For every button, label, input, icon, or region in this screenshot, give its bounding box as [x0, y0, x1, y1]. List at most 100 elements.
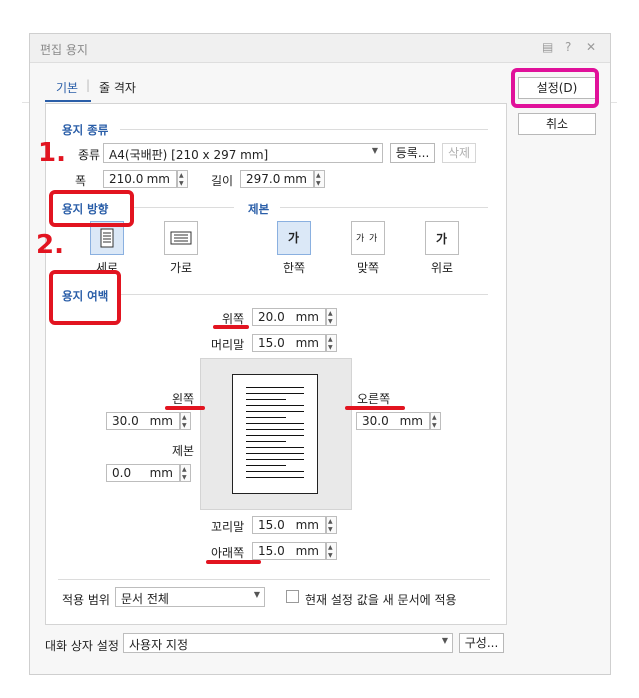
header-margin-field[interactable]: 15.0 mm: [252, 334, 326, 352]
gutter-value: 0.0: [112, 466, 132, 480]
footer-margin-stepper[interactable]: ▲ ▼: [326, 516, 337, 534]
landscape-page-icon: [170, 231, 192, 245]
header-margin-value: 15.0: [258, 336, 285, 350]
tab-basic[interactable]: 기본: [56, 79, 78, 96]
footer-margin-value: 15.0: [258, 518, 285, 532]
underline-right: [345, 406, 405, 410]
binding-single-label: 한쪽: [282, 261, 306, 275]
width-field[interactable]: 210.0 mm: [103, 170, 177, 188]
close-icon[interactable]: ✕: [586, 40, 596, 54]
chevron-down-icon: ▼: [253, 590, 260, 599]
top-margin-field[interactable]: 20.0 mm: [252, 308, 326, 326]
height-value: 297.0: [246, 172, 281, 186]
margin-preview: [200, 358, 352, 510]
height-unit: mm: [283, 172, 307, 186]
dialog-title: 편집 용지: [40, 43, 88, 57]
footer-margin-unit: mm: [295, 518, 319, 532]
width-stepper[interactable]: ▲ ▼: [177, 170, 188, 188]
top-margin-value: 20.0: [258, 310, 285, 324]
header-margin-unit: mm: [295, 336, 319, 350]
landscape-option[interactable]: [164, 221, 198, 255]
paper-kind-select[interactable]: A4(국배판) [210 x 297 mm] ▼: [103, 143, 383, 163]
dialog-settings-select[interactable]: 사용자 지정 ▼: [123, 633, 453, 653]
header-margin-label: 머리말: [211, 338, 245, 352]
right-margin-stepper[interactable]: ▲ ▼: [430, 412, 441, 430]
top-margin-stepper[interactable]: ▲ ▼: [326, 308, 337, 326]
gutter-unit: mm: [149, 466, 173, 480]
binding-top-label: 위로: [430, 261, 454, 275]
divider: [280, 207, 488, 208]
binding-facing-option[interactable]: 가 가: [351, 221, 385, 255]
chevron-down-icon: ▼: [371, 146, 378, 155]
binding-single-option[interactable]: 가: [277, 221, 311, 255]
divider: [120, 129, 488, 130]
scope-label: 적용 범위: [62, 593, 110, 607]
section-paper-type: 용지 종류: [62, 123, 109, 137]
underline-left: [165, 406, 205, 410]
tab-line-grid[interactable]: 줄 격자: [99, 79, 136, 96]
right-margin-label: 오른쪽: [357, 392, 391, 406]
highlight-ok-button: [511, 68, 599, 108]
apply-new-doc-label: 현재 설정 값을 새 문서에 적용: [305, 593, 457, 607]
binding-single-glyph: 가: [288, 231, 300, 245]
bottom-margin-label: 아래쪽: [211, 546, 245, 560]
right-margin-unit: mm: [399, 414, 423, 428]
divider: [130, 207, 234, 208]
divider: [120, 294, 488, 295]
underline-top: [213, 325, 249, 329]
cancel-button[interactable]: 취소: [518, 113, 596, 135]
width-unit: mm: [146, 172, 170, 186]
paper-kind-value: A4(국배판) [210 x 297 mm]: [109, 148, 269, 162]
annotation-step-1: 1.: [38, 138, 66, 168]
scope-select[interactable]: 문서 전체 ▼: [115, 587, 265, 607]
width-label: 폭: [75, 174, 87, 188]
annotation-step-2: 2.: [36, 230, 64, 260]
left-margin-unit: mm: [149, 414, 173, 428]
tab-separator: |: [86, 78, 91, 92]
height-stepper[interactable]: ▲ ▼: [314, 170, 325, 188]
binding-facing-glyph-right: 가: [369, 234, 378, 244]
chevron-down-icon: ▼: [441, 636, 448, 645]
footer-margin-field[interactable]: 15.0 mm: [252, 516, 326, 534]
height-label: 길이: [211, 174, 234, 188]
dialog-settings-value: 사용자 지정: [129, 638, 189, 652]
binding-facing-glyph-left: 가: [356, 234, 365, 244]
highlight-orientation: [49, 190, 134, 227]
bottom-margin-unit: mm: [295, 544, 319, 558]
tab-underline: [45, 100, 91, 102]
bottom-margin-stepper[interactable]: ▲ ▼: [326, 542, 337, 560]
footer-margin-label: 꼬리말: [211, 520, 245, 534]
preview-page: [232, 374, 318, 494]
apply-new-doc-checkbox[interactable]: [286, 590, 299, 603]
delete-button[interactable]: 삭제: [442, 143, 476, 163]
height-field[interactable]: 297.0 mm: [240, 170, 314, 188]
divider: [58, 579, 490, 580]
title-bar: 편집 용지 ▤ ? ✕: [30, 34, 610, 63]
config-button[interactable]: 구성...: [459, 633, 504, 653]
paper-kind-label: 종류: [78, 148, 101, 162]
left-margin-value: 30.0: [112, 414, 139, 428]
right-margin-field[interactable]: 30.0 mm: [356, 412, 430, 430]
left-margin-label: 왼쪽: [172, 392, 195, 406]
header-margin-stepper[interactable]: ▲ ▼: [326, 334, 337, 352]
binding-top-option[interactable]: 가: [425, 221, 459, 255]
comment-icon[interactable]: ▤: [542, 40, 553, 54]
underline-bottom: [206, 560, 261, 564]
scope-value: 문서 전체: [121, 592, 169, 606]
binding-facing-label: 맞쪽: [356, 261, 380, 275]
dialog-settings-label: 대화 상자 설정: [45, 639, 119, 653]
section-binding: 제본: [248, 202, 270, 216]
highlight-margins: [49, 270, 121, 325]
top-margin-unit: mm: [295, 310, 319, 324]
left-margin-field[interactable]: 30.0 mm: [106, 412, 180, 430]
left-margin-stepper[interactable]: ▲ ▼: [180, 412, 191, 430]
help-icon[interactable]: ?: [565, 40, 571, 54]
binding-top-glyph: 가: [436, 232, 448, 246]
bottom-margin-value: 15.0: [258, 544, 285, 558]
width-value: 210.0: [109, 172, 144, 186]
gutter-label: 제본: [172, 444, 195, 458]
bottom-margin-field[interactable]: 15.0 mm: [252, 542, 326, 560]
gutter-field[interactable]: 0.0 mm: [106, 464, 180, 482]
register-button[interactable]: 등록...: [390, 143, 435, 163]
gutter-stepper[interactable]: ▲ ▼: [180, 464, 191, 482]
